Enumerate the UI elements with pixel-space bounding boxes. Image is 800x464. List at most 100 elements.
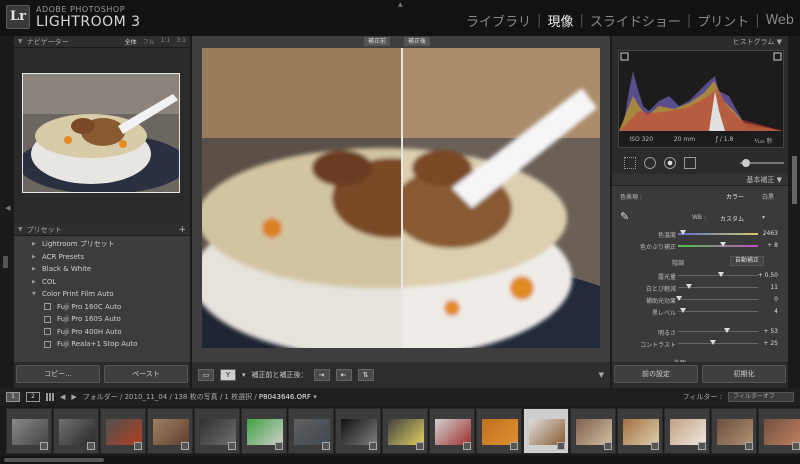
module-print[interactable]: プリント: [697, 11, 749, 30]
filmstrip-thumbnail[interactable]: [382, 408, 428, 454]
temp-row[interactable]: 色温度 2463: [612, 228, 788, 239]
module-slideshow[interactable]: スライドショー: [590, 11, 681, 30]
preset-item[interactable]: Fuji Pro 160S Auto: [14, 313, 190, 326]
blacks-row[interactable]: 黒レベル 4: [612, 306, 788, 317]
preset-item[interactable]: Fuji Pro 400H Auto: [14, 326, 190, 339]
add-preset-icon[interactable]: +: [178, 225, 186, 235]
preset-item[interactable]: Fuji Pro 160C Auto: [14, 301, 190, 314]
compare-mode-icon[interactable]: Y: [220, 369, 236, 381]
tint-track[interactable]: [678, 245, 758, 247]
preset-folder[interactable]: ▶ ACR Presets: [14, 251, 190, 264]
wb-select[interactable]: カスタム: [720, 214, 744, 223]
chevron-down-icon[interactable]: ▾: [313, 393, 317, 401]
presets-header[interactable]: ▼ プリセット +: [14, 224, 190, 236]
filmstrip-thumbnail[interactable]: [664, 408, 710, 454]
monitor-2-button[interactable]: 2: [26, 392, 40, 402]
filmstrip-thumbnail[interactable]: [147, 408, 193, 454]
tint-row[interactable]: 色かぶり補正 + 8: [612, 240, 788, 251]
filmstrip-thumbnail[interactable]: [194, 408, 240, 454]
previous-button[interactable]: 前の設定: [614, 365, 698, 383]
blacks-track[interactable]: [678, 311, 758, 312]
histogram[interactable]: ISO 320 20 mm ƒ / 1.8 ¹⁄₁₂₅ 秒: [618, 50, 784, 148]
contrast-row[interactable]: コントラスト + 25: [612, 338, 788, 349]
filmstrip-thumbnail[interactable]: [711, 408, 757, 454]
graduated-filter-icon[interactable]: [684, 157, 696, 169]
brightness-knob[interactable]: [724, 328, 730, 333]
navigator-thumbnail[interactable]: [22, 73, 180, 193]
brightness-row[interactable]: 明るさ + 53: [612, 326, 788, 337]
reset-button[interactable]: 初期化: [702, 365, 786, 383]
module-library[interactable]: ライブラリ: [466, 11, 531, 30]
filmstrip-scrollbar[interactable]: [0, 456, 800, 464]
temp-knob[interactable]: [680, 230, 686, 235]
fill-light-row[interactable]: 補助光効果 0: [612, 294, 788, 305]
swap-before-after-icon[interactable]: ⇅: [357, 369, 374, 381]
zoom-fit[interactable]: 全体: [125, 37, 137, 46]
tint-value[interactable]: + 8: [767, 242, 778, 249]
filmstrip-thumbnail[interactable]: [617, 408, 663, 454]
recovery-row[interactable]: 白とび軽減 11: [612, 282, 788, 293]
filter-select[interactable]: フィルターオフ: [728, 392, 794, 402]
crop-tool-icon[interactable]: [624, 157, 636, 169]
recovery-knob[interactable]: [686, 284, 692, 289]
filmstrip-thumbnail[interactable]: [523, 408, 569, 454]
preset-folder[interactable]: ▶ COL: [14, 276, 190, 289]
compare-divider[interactable]: [401, 48, 403, 348]
paste-button[interactable]: ペースト: [104, 365, 188, 383]
copy-after-to-before-icon[interactable]: ⇤: [335, 369, 352, 381]
preset-folder[interactable]: ▶ Black & White: [14, 263, 190, 276]
blacks-value[interactable]: 4: [774, 308, 778, 315]
photo-area[interactable]: [202, 48, 600, 348]
highlight-clip-icon[interactable]: [773, 52, 782, 61]
module-web[interactable]: Web: [766, 13, 794, 28]
temp-value[interactable]: 2463: [763, 230, 778, 237]
fill-light-value[interactable]: 0: [774, 296, 778, 303]
exposure-knob[interactable]: [718, 272, 724, 277]
spot-removal-icon[interactable]: [644, 157, 656, 169]
preset-folder[interactable]: ▶ Lightroom プリセット: [14, 238, 190, 251]
exposure-value[interactable]: + 0.50: [758, 272, 778, 279]
zoom-3-1[interactable]: 3:1: [176, 37, 186, 46]
treatment-color[interactable]: カラー: [726, 192, 744, 201]
module-develop[interactable]: 現像: [547, 11, 573, 30]
treatment-bw[interactable]: 白黒: [762, 192, 774, 201]
filmstrip-thumbnail[interactable]: [476, 408, 522, 454]
blacks-knob[interactable]: [680, 308, 686, 313]
zoom-fill[interactable]: フル: [143, 37, 155, 46]
shadow-clip-icon[interactable]: [620, 52, 629, 61]
adjustment-brush-icon[interactable]: [740, 159, 784, 167]
contrast-knob[interactable]: [710, 340, 716, 345]
navigator-header[interactable]: ▼ ナビゲーター 全体 フル 1:1 3:1: [14, 36, 190, 48]
toolbar-menu-icon[interactable]: ▼: [599, 371, 604, 379]
collapse-left-icon[interactable]: ◀: [5, 204, 10, 212]
contrast-track[interactable]: [678, 343, 758, 344]
temp-track[interactable]: [678, 233, 758, 235]
copy-button[interactable]: コピー...: [16, 365, 100, 383]
filmstrip-thumbnail[interactable]: [100, 408, 146, 454]
chevron-down-icon[interactable]: ▾: [762, 214, 765, 221]
filmstrip-thumbnail[interactable]: [570, 408, 616, 454]
histogram-header[interactable]: ヒストグラム ▼: [612, 36, 788, 48]
fill-light-knob[interactable]: [676, 296, 682, 301]
filmstrip-thumbnail[interactable]: [241, 408, 287, 454]
zoom-1-1[interactable]: 1:1: [161, 37, 171, 46]
brightness-track[interactable]: [678, 331, 758, 332]
recovery-value[interactable]: 11: [770, 284, 778, 291]
filmstrip-scroll-knob[interactable]: [4, 458, 104, 462]
contrast-value[interactable]: + 25: [763, 340, 778, 347]
fill-light-track[interactable]: [678, 299, 758, 300]
collapse-top-icon[interactable]: ▲: [398, 1, 403, 8]
preset-folder[interactable]: ▼ Color Print Film Auto: [14, 288, 190, 301]
loupe-view-icon[interactable]: ▭: [198, 369, 214, 381]
exposure-row[interactable]: 露光量 + 0.50: [612, 270, 788, 281]
auto-tone-button[interactable]: 自動補正: [730, 256, 765, 266]
preset-item[interactable]: Fuji Reala+1 Stop Auto: [14, 338, 190, 351]
filmstrip-thumbnail[interactable]: [6, 408, 52, 454]
filmstrip-thumbnail[interactable]: [429, 408, 475, 454]
tint-knob[interactable]: [720, 242, 726, 247]
filmstrip-thumbnail[interactable]: [758, 408, 800, 454]
grid-view-icon[interactable]: [46, 393, 54, 401]
filmstrip-thumbnail[interactable]: [335, 408, 381, 454]
copy-before-to-after-icon[interactable]: ⇥: [313, 369, 330, 381]
filmstrip-thumbnail[interactable]: [53, 408, 99, 454]
